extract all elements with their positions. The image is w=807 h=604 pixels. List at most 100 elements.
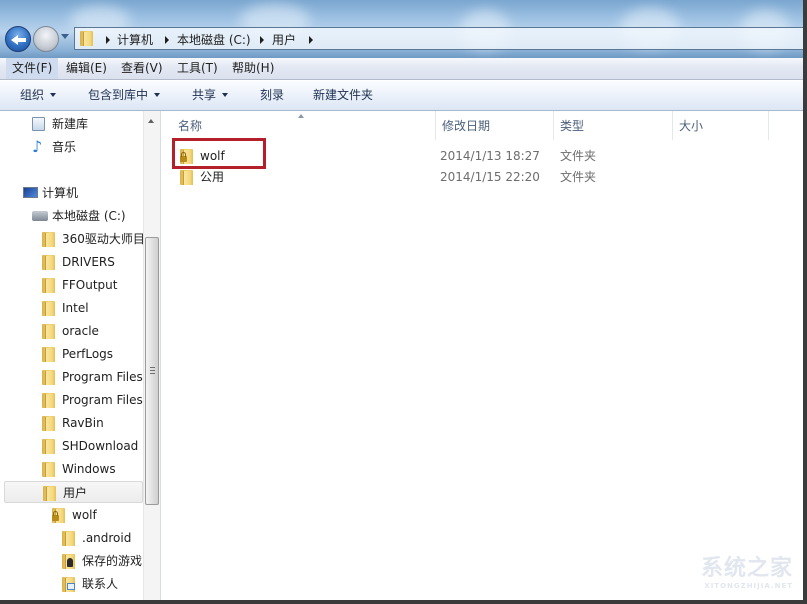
chevron-down-icon — [50, 92, 57, 97]
folder-icon — [42, 278, 55, 293]
tree-item[interactable]: .android — [60, 527, 143, 549]
tree-label: 联系人 — [82, 577, 119, 591]
include-in-library-label: 包含到库中 — [88, 88, 149, 102]
drive-icon — [32, 211, 48, 221]
tree-label: PerfLogs — [62, 347, 114, 361]
locked-folder-icon — [52, 508, 65, 523]
forward-arrow-icon[interactable] — [33, 26, 59, 52]
computer-icon — [23, 187, 38, 198]
tree-label: FFOutput — [62, 278, 118, 292]
saved-games-folder-icon — [62, 554, 75, 569]
folder-icon — [42, 255, 55, 270]
tree-label: Program Files — [62, 370, 143, 384]
tree-item[interactable]: 用户 — [4, 481, 143, 503]
column-header-type[interactable]: 类型 — [554, 111, 673, 140]
file-row[interactable]: 公用 2014/1/15 22:20 文件夹 — [162, 167, 762, 187]
breadcrumb-separator[interactable] — [309, 36, 313, 44]
tree-item[interactable]: FFOutput — [40, 274, 143, 296]
folder-icon — [180, 170, 193, 185]
music-icon: ♪ — [32, 137, 43, 156]
tree-item[interactable]: 360驱动大师目 — [40, 228, 143, 250]
scroll-up-arrow-icon[interactable] — [148, 119, 154, 123]
tree-item-new-library[interactable]: 新建库 — [30, 113, 142, 135]
breadcrumb-users[interactable]: 用户 — [272, 31, 296, 48]
tree-item-music[interactable]: ♪ 音乐 — [30, 136, 142, 158]
folder-icon — [42, 347, 55, 362]
share-label: 共享 — [192, 88, 217, 102]
menu-file[interactable]: 文件(F) — [6, 58, 59, 79]
file-type: 文件夹 — [560, 170, 597, 184]
file-name: 公用 — [200, 170, 225, 184]
tree-label: Intel — [62, 301, 89, 315]
chevron-down-icon[interactable] — [61, 34, 69, 39]
tree-item[interactable]: Program Files — [40, 389, 143, 411]
tree-item[interactable]: Program Files — [40, 366, 143, 388]
burn-button[interactable]: 刻录 — [260, 81, 284, 110]
column-header-modified[interactable]: 修改日期 — [436, 111, 554, 140]
tree-item[interactable]: PerfLogs — [40, 343, 143, 365]
breadcrumb-separator[interactable] — [260, 36, 264, 44]
tree-label: 新建库 — [52, 117, 89, 131]
tree-item-computer[interactable]: 计算机 — [20, 182, 142, 204]
tree-item[interactable]: Windows — [40, 458, 143, 480]
folder-icon — [42, 416, 55, 431]
folder-icon — [42, 324, 55, 339]
column-header-size[interactable]: 大小 — [673, 111, 769, 140]
back-arrow-icon[interactable] — [5, 26, 31, 52]
menu-edit[interactable]: 编辑(E) — [60, 58, 113, 79]
tree-label: .android — [82, 531, 132, 545]
organize-button[interactable]: 组织 — [20, 81, 57, 110]
file-modified: 2014/1/13 18:27 — [440, 149, 540, 163]
tree-item[interactable]: oracle — [40, 320, 143, 342]
organize-label: 组织 — [20, 88, 45, 102]
tree-label: oracle — [62, 324, 99, 338]
tree-item[interactable]: 保存的游戏 — [60, 550, 143, 572]
folder-icon — [42, 370, 55, 385]
nav-pane-scrollbar[interactable] — [143, 111, 160, 600]
tree-label: 保存的游戏 — [82, 554, 143, 568]
tree-label: Windows — [62, 462, 116, 476]
folder-icon — [42, 232, 55, 247]
tree-label: 音乐 — [52, 140, 77, 154]
share-button[interactable]: 共享 — [192, 81, 229, 110]
tree-item[interactable]: DRIVERS — [40, 251, 143, 273]
file-modified: 2014/1/15 22:20 — [440, 170, 540, 184]
menu-tools[interactable]: 工具(T) — [171, 58, 224, 79]
tree-label: Program Files — [62, 393, 143, 407]
column-header-name[interactable]: 名称 — [172, 111, 436, 140]
tree-item[interactable]: Intel — [40, 297, 143, 319]
tree-item-local-disk[interactable]: 本地磁盘 (C:) — [30, 205, 142, 227]
file-type: 文件夹 — [560, 149, 597, 163]
breadcrumb-computer[interactable]: 计算机 — [117, 31, 153, 48]
tree-label: DRIVERS — [62, 255, 115, 269]
tree-item[interactable]: 联系人 — [60, 573, 143, 595]
scrollbar-thumb[interactable] — [145, 237, 159, 505]
breadcrumb-separator[interactable] — [106, 36, 110, 44]
tree-item[interactable]: SHDownload — [40, 435, 143, 457]
folder-icon — [42, 439, 55, 454]
include-in-library-button[interactable]: 包含到库中 — [88, 81, 161, 110]
folder-icon — [42, 393, 55, 408]
menu-bar: 文件(F) 编辑(E) 查看(V) 工具(T) 帮助(H) — [0, 58, 803, 80]
sort-ascending-icon — [298, 114, 304, 118]
navigation-row: 计算机 本地磁盘 (C:) 用户 — [0, 22, 803, 56]
tree-label: wolf — [72, 508, 97, 522]
breadcrumb-separator[interactable] — [165, 36, 169, 44]
watermark-text: 系统之家 — [700, 556, 793, 581]
folder-icon — [62, 531, 75, 546]
tree-item[interactable]: wolf — [50, 504, 143, 526]
tree-label: 计算机 — [42, 186, 79, 200]
folder-icon — [80, 31, 94, 46]
menu-help[interactable]: 帮助(H) — [226, 58, 280, 79]
folder-icon — [42, 301, 55, 316]
explorer-window: 计算机 本地磁盘 (C:) 用户 文件(F) 编辑(E) 查看(V) 工具(T)… — [0, 0, 803, 600]
new-folder-button[interactable]: 新建文件夹 — [313, 81, 373, 110]
tree-label: 360驱动大师目 — [62, 232, 143, 246]
library-icon — [32, 117, 45, 131]
tree-item[interactable]: RavBin — [40, 412, 143, 434]
address-bar[interactable]: 计算机 本地磁盘 (C:) 用户 — [74, 27, 803, 50]
breadcrumb-local-disk[interactable]: 本地磁盘 (C:) — [177, 31, 251, 48]
menu-view[interactable]: 查看(V) — [115, 58, 169, 79]
tree-label: SHDownload — [62, 439, 139, 453]
watermark-subtext: XITONGZHIJIA.NET — [704, 582, 793, 590]
